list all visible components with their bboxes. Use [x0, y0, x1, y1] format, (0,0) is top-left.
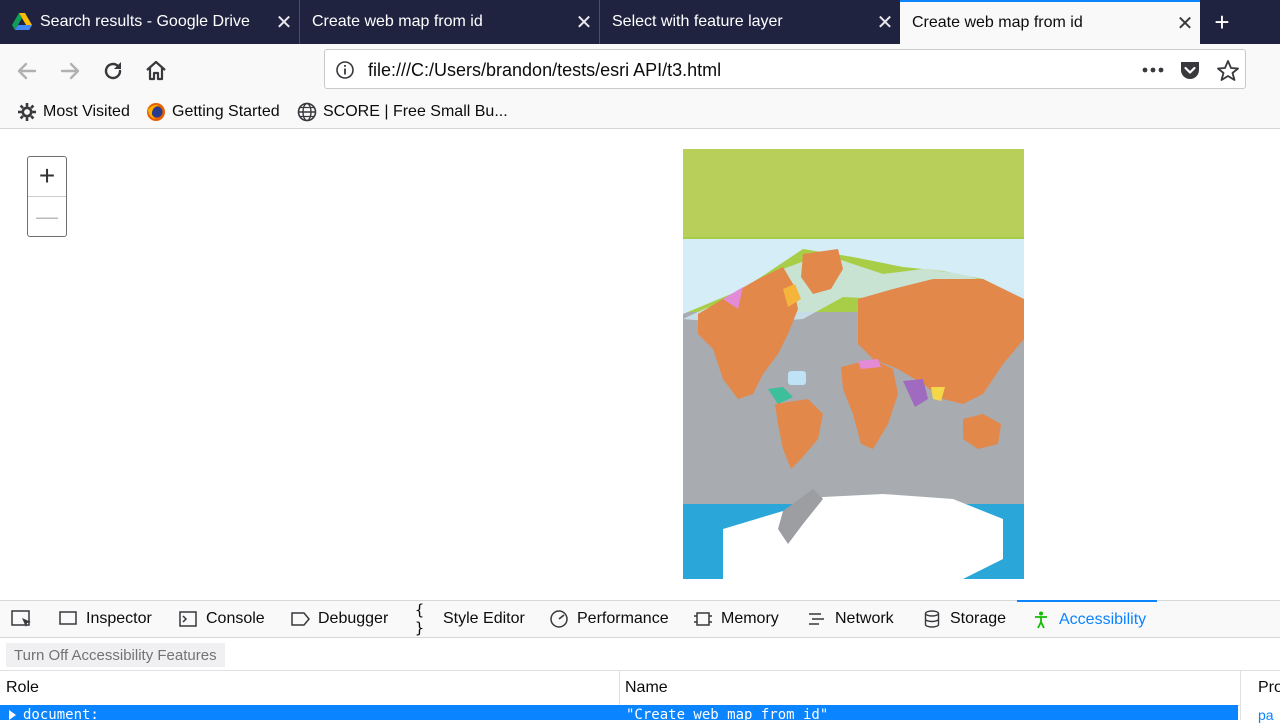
accessibility-icon — [1031, 610, 1051, 630]
tab-create-web-map[interactable]: Create web map from id ✕ — [300, 0, 600, 44]
properties-value: pa — [1258, 707, 1274, 723]
devtools-tab-label: Memory — [721, 610, 779, 627]
zoom-out-button[interactable]: — — [28, 197, 66, 237]
close-tab-icon[interactable]: ✕ — [269, 10, 299, 35]
devtools-tab-label: Accessibility — [1059, 611, 1147, 628]
row-role: document: — [23, 707, 99, 723]
debugger-icon — [290, 609, 310, 629]
back-button[interactable] — [12, 56, 42, 86]
close-tab-icon[interactable]: ✕ — [569, 10, 599, 35]
expand-triangle-icon[interactable] — [8, 708, 18, 720]
tab-title: Create web map from id — [912, 14, 1083, 31]
column-header-name[interactable]: Name — [625, 679, 668, 697]
bookmark-label: Getting Started — [172, 103, 280, 120]
close-tab-icon[interactable]: ✕ — [870, 10, 900, 35]
back-arrow-icon — [17, 62, 37, 80]
atlantic-label-box — [788, 371, 806, 385]
reload-icon — [104, 62, 122, 80]
reload-button[interactable] — [98, 56, 128, 86]
home-button[interactable] — [141, 56, 171, 86]
storage-icon — [922, 609, 942, 629]
bookmark-label: Most Visited — [43, 103, 130, 120]
site-info-icon[interactable] — [335, 60, 355, 80]
devtools-tab-label: Style Editor — [443, 610, 525, 627]
network-icon — [807, 609, 827, 629]
google-drive-icon — [12, 12, 32, 32]
devtools-tab-network[interactable]: Network — [807, 600, 894, 638]
row-name: "Create web map from id" — [626, 707, 829, 723]
tab-create-web-map-active[interactable]: Create web map from id ✕ — [900, 0, 1200, 44]
devtools-tab-style-editor[interactable]: { } Style Editor — [415, 600, 525, 638]
devtools-tab-inspector[interactable]: Inspector — [58, 600, 152, 638]
devtools-tab-label: Network — [835, 610, 894, 627]
bookmark-star-icon[interactable] — [1216, 59, 1240, 83]
bookmark-score[interactable]: SCORE | Free Small Bu... — [297, 101, 508, 123]
tab-google-drive[interactable]: Search results - Google Drive ✕ — [0, 0, 300, 44]
turn-off-accessibility-button[interactable]: Turn Off Accessibility Features — [6, 643, 225, 667]
tab-select-feature-layer[interactable]: Select with feature layer ✕ — [600, 0, 900, 44]
console-icon — [178, 609, 198, 629]
zoom-in-button[interactable]: + — [28, 156, 66, 196]
devtools-tab-label: Console — [206, 610, 265, 627]
inspector-icon — [58, 609, 78, 629]
close-tab-icon[interactable]: ✕ — [1170, 11, 1200, 36]
devtools-tab-console[interactable]: Console — [178, 600, 265, 638]
forward-arrow-icon — [60, 62, 80, 80]
home-icon — [146, 60, 166, 81]
globe-icon — [297, 102, 317, 122]
devtools-tab-label: Storage — [950, 610, 1007, 627]
page-actions-icon[interactable] — [1142, 60, 1164, 80]
accessibility-tree-row-selected[interactable] — [0, 705, 1238, 720]
devtools-tab-label: Inspector — [86, 610, 152, 627]
tab-title: Search results - Google Drive — [40, 13, 250, 30]
element-picker-icon[interactable] — [11, 609, 33, 629]
pocket-icon[interactable] — [1179, 59, 1201, 81]
devtools-tab-memory[interactable]: Memory — [693, 600, 779, 638]
bookmark-label: SCORE | Free Small Bu... — [323, 103, 508, 120]
map-top-band — [683, 149, 1024, 239]
properties-header: Pro — [1258, 679, 1280, 696]
devtools-tab-debugger[interactable]: Debugger — [290, 600, 388, 638]
new-tab-button[interactable]: + — [1200, 0, 1244, 44]
devtools-tab-label: Performance — [577, 610, 669, 627]
firefox-icon — [146, 102, 166, 122]
forward-button[interactable] — [55, 56, 85, 86]
gear-icon — [17, 102, 37, 122]
web-map[interactable] — [683, 149, 1024, 579]
devtools-tab-storage[interactable]: Storage — [922, 600, 1006, 638]
bookmark-getting-started[interactable]: Getting Started — [146, 101, 280, 123]
memory-icon — [693, 609, 713, 629]
column-header-role[interactable]: Role — [6, 679, 39, 697]
devtools-tab-label: Debugger — [318, 610, 389, 627]
url-text[interactable]: file:///C:/Users/brandon/tests/esri API/… — [368, 60, 721, 81]
performance-icon — [549, 609, 569, 629]
braces-icon: { } — [415, 601, 425, 637]
devtools-tab-accessibility[interactable]: Accessibility — [1017, 600, 1157, 638]
devtools-tab-performance[interactable]: Performance — [549, 600, 669, 638]
bookmark-most-visited[interactable]: Most Visited — [17, 101, 130, 123]
tab-title: Create web map from id — [312, 13, 483, 30]
tab-title: Select with feature layer — [612, 13, 783, 30]
